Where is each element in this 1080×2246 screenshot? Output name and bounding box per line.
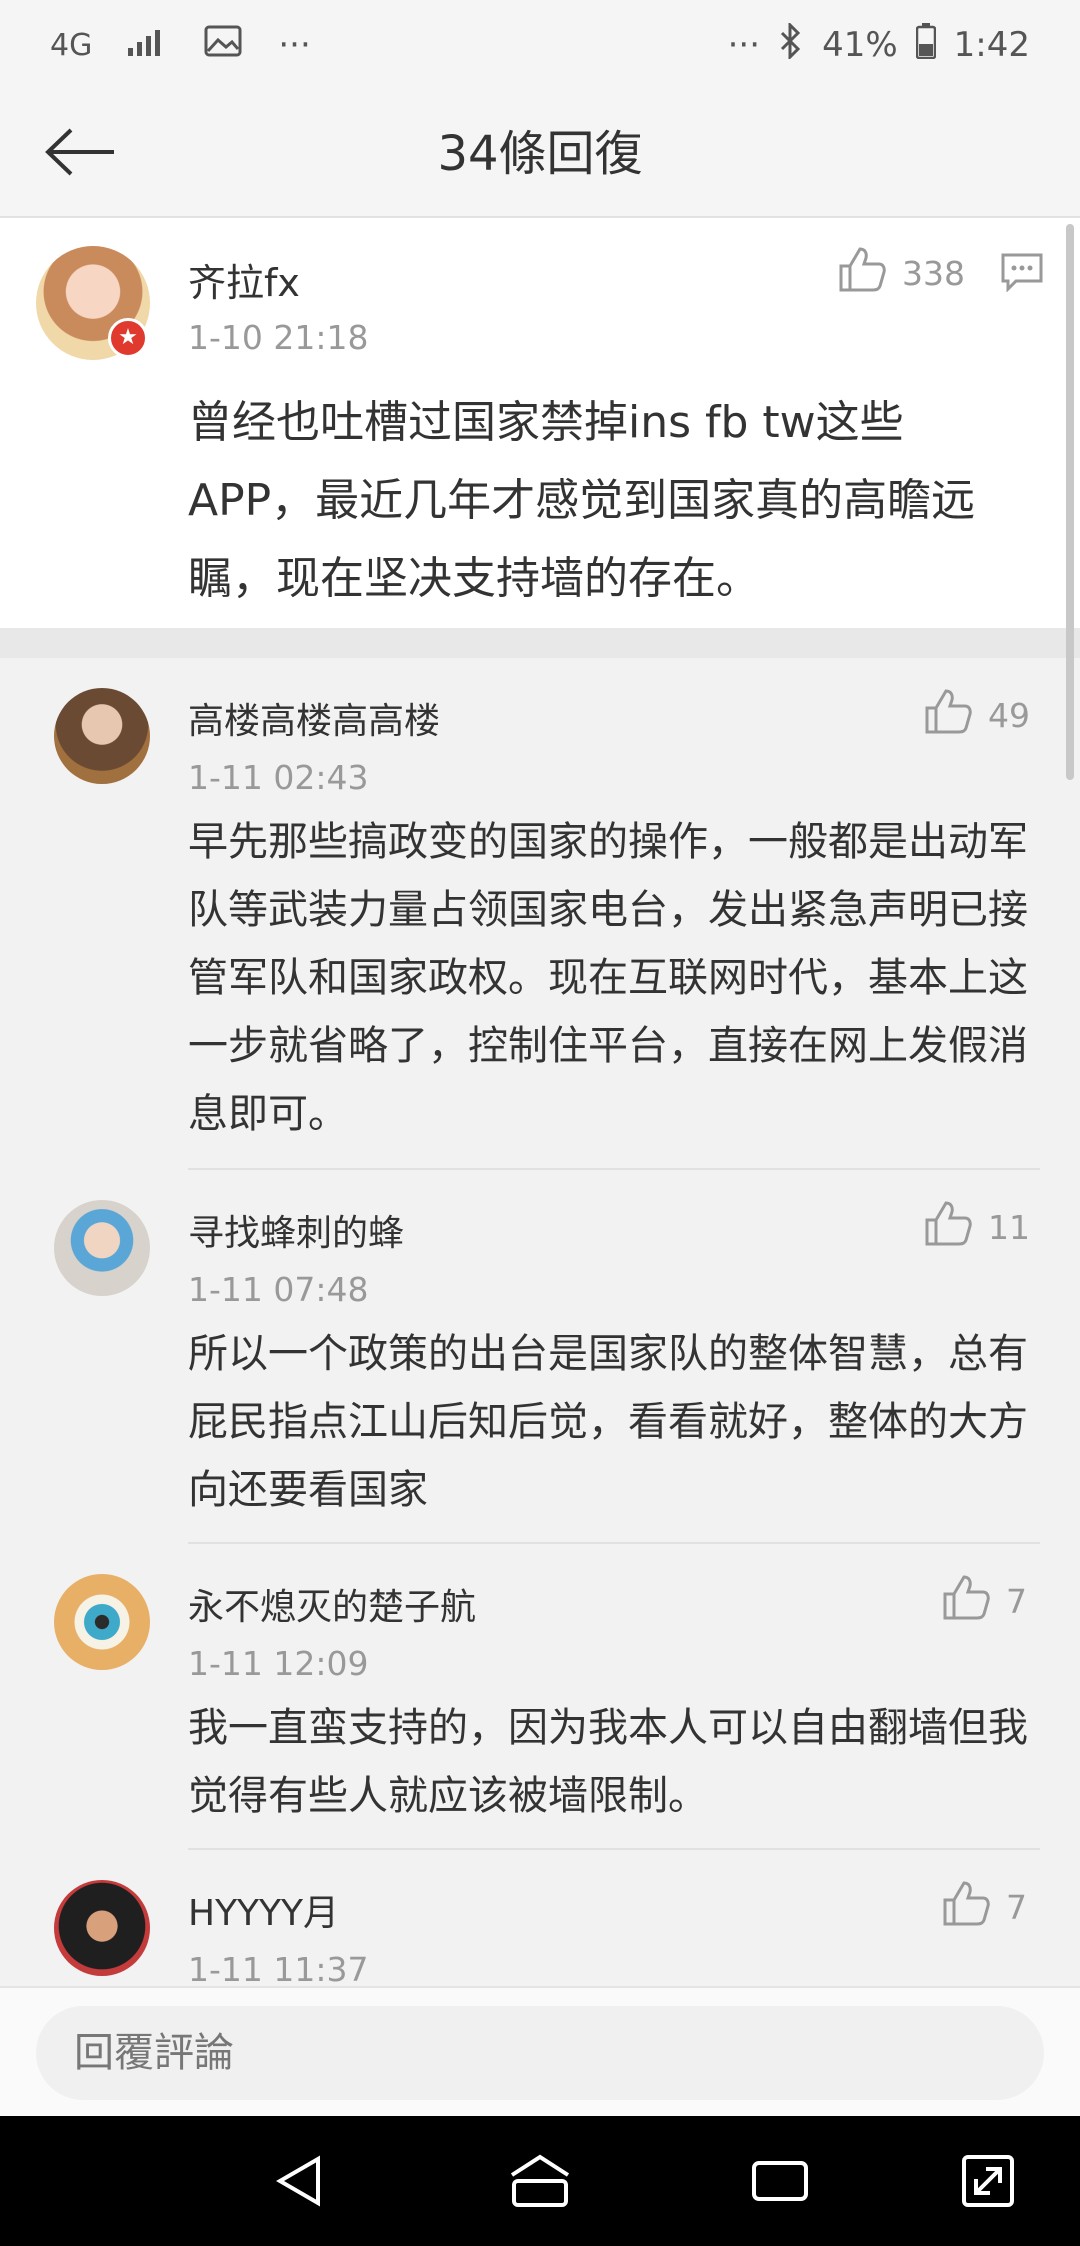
like-button[interactable]: 7 [942, 1574, 1027, 1628]
main-comment: ★ 齐拉fx 1-10 21:18 338 曾经也吐槽过国家禁掉ins fb t… [0, 218, 1080, 628]
like-button[interactable]: 7 [942, 1880, 1027, 1934]
back-button[interactable] [40, 116, 120, 192]
status-dots-left: ··· [278, 25, 311, 65]
nav-recents-button[interactable] [740, 2141, 820, 2221]
nav-expand-button[interactable] [948, 2141, 1028, 2221]
comment-thread[interactable]: ★ 齐拉fx 1-10 21:18 338 曾经也吐槽过国家禁掉ins fb t… [0, 218, 1080, 1986]
like-count: 338 [902, 253, 965, 293]
reply-input[interactable]: 回覆評論 [36, 2006, 1044, 2100]
avatar[interactable] [54, 1880, 150, 1976]
like-count: 7 [1006, 1887, 1027, 1927]
avatar[interactable] [54, 688, 150, 784]
avatar[interactable] [54, 1574, 150, 1670]
signal-icon [128, 25, 168, 65]
like-count: 7 [1006, 1581, 1027, 1621]
like-button[interactable]: 49 [924, 688, 1030, 742]
like-count: 11 [988, 1207, 1030, 1247]
reply-time: 1-11 11:37 [188, 1950, 369, 1986]
reply-bar: 回覆評論 [0, 1986, 1080, 2116]
nav-home-button[interactable] [500, 2141, 580, 2221]
network-type: 4G [50, 27, 93, 63]
status-dots-right: ··· [727, 25, 761, 65]
like-count: 49 [988, 695, 1030, 735]
nav-bar: 34條回復 [0, 90, 1080, 218]
comment-time: 1-10 21:18 [188, 318, 369, 357]
like-button[interactable]: 11 [924, 1200, 1030, 1254]
system-nav-bar [0, 2116, 1080, 2246]
clock: 1:42 [953, 25, 1030, 65]
reply-time: 1-11 12:09 [188, 1644, 369, 1683]
nav-back-button[interactable] [260, 2141, 340, 2221]
reply-item: 高楼高楼高高楼 1-11 02:43 49 早先那些搞政变的国家的操作，一般都是… [0, 658, 1080, 1170]
arrow-left-icon [44, 127, 116, 181]
reply-content: 我一直蛮支持的，因为我本人可以自由翻墙但我觉得有些人就应该被墙限制。 [188, 1705, 1028, 1819]
thumbs-up-icon [838, 246, 886, 300]
comment-icon [1000, 253, 1044, 296]
like-button[interactable]: 338 [838, 246, 965, 300]
status-bar: 4G ··· ··· 41% 1:42 [0, 0, 1080, 90]
image-icon [204, 25, 242, 66]
avatar[interactable] [54, 1200, 150, 1296]
comment-content: 曾经也吐槽过国家禁掉ins fb tw这些APP，最近几年才感觉到国家真的高瞻远… [188, 397, 976, 604]
commenter-name[interactable]: 齐拉fx [188, 252, 300, 307]
reply-item: 永不熄灭的楚子航 1-11 12:09 7 我一直蛮支持的，因为我本人可以自由翻… [0, 1544, 1080, 1850]
reply-time: 1-11 02:43 [188, 758, 369, 797]
reply-content: 早先那些搞政变的国家的操作，一般都是出动军队等武装力量占领国家电台，发出紧急声明… [188, 819, 1028, 1137]
scrollbar[interactable] [1066, 224, 1074, 780]
reply-author[interactable]: HYYYY月 [188, 1884, 339, 1936]
reply-author[interactable]: 永不熄灭的楚子航 [188, 1578, 476, 1630]
reply-author[interactable]: 寻找蜂刺的蜂 [188, 1204, 404, 1256]
battery-icon [915, 22, 936, 68]
section-divider [0, 628, 1080, 658]
reply-content: 所以一个政策的出台是国家队的整体智慧，总有屁民指点江山后知后觉，看看就好，整体的… [188, 1331, 1028, 1513]
thumbs-up-icon [924, 688, 972, 742]
thumbs-up-icon [942, 1880, 990, 1934]
comment-button[interactable] [1000, 252, 1044, 296]
thumbs-up-icon [942, 1574, 990, 1628]
bluetooth-icon [778, 20, 804, 68]
reply-item: 寻找蜂刺的蜂 1-11 07:48 11 所以一个政策的出台是国家队的整体智慧，… [0, 1170, 1080, 1544]
verified-badge: ★ [108, 318, 148, 358]
thumbs-up-icon [924, 1200, 972, 1254]
page-title: 34條回復 [437, 126, 643, 182]
reply-time: 1-11 07:48 [188, 1270, 369, 1309]
battery-level: 41% [822, 25, 898, 65]
reply-author[interactable]: 高楼高楼高高楼 [188, 692, 440, 744]
reply-item: HYYYY月 1-11 11:37 7 [0, 1850, 1080, 1986]
